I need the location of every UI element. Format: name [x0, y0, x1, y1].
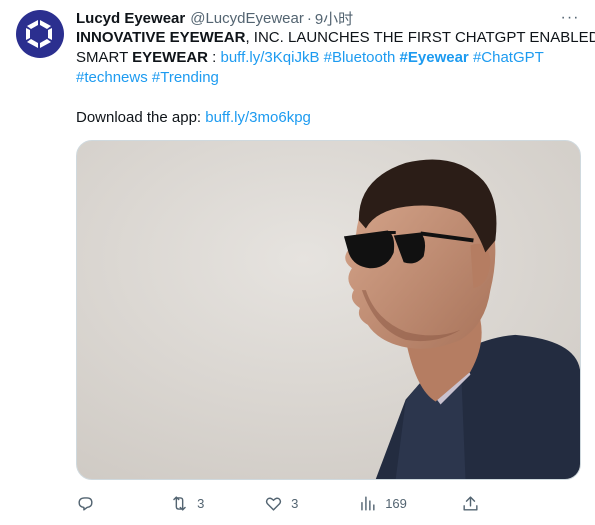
timestamp[interactable]: 9小时 — [315, 8, 353, 29]
hashtag-technews[interactable]: #technews — [76, 69, 148, 86]
tweet-text-line-1: INNOVATIVE EYEWEAR, INC. LAUNCHES THE FI… — [76, 28, 595, 48]
tweet-text-line-3: #technews #Trending — [76, 68, 586, 88]
app-link[interactable]: buff.ly/3mo6kpg — [205, 109, 311, 126]
hashtag-trending[interactable]: #Trending — [152, 69, 219, 86]
views-count: 169 — [385, 495, 407, 511]
tweet-text: INNOVATIVE EYEWEAR, INC. LAUNCHES THE FI… — [76, 28, 595, 128]
photo-man-sunglasses — [77, 141, 580, 479]
views-icon — [361, 495, 375, 511]
share-icon — [463, 495, 478, 511]
author-name[interactable]: Lucyd Eyewear — [76, 10, 185, 27]
hashtag-chatgpt[interactable]: #ChatGPT — [473, 49, 544, 66]
hashtag-bluetooth[interactable]: #Bluetooth — [324, 49, 396, 66]
separator-dot: · — [306, 9, 312, 27]
text-spacer — [76, 88, 586, 108]
retweet-count: 3 — [197, 495, 205, 511]
like-button[interactable]: 3 — [264, 494, 304, 513]
author-handle[interactable]: @LucydEyewear — [190, 10, 304, 27]
more-options-icon[interactable]: ··· — [559, 8, 581, 28]
lucyd-logo-icon — [26, 20, 52, 48]
tweet-image[interactable] — [76, 140, 581, 480]
colon-separator: : — [207, 49, 221, 66]
tweet-header: Lucyd Eyewear @LucydEyewear · 9小时 ··· — [76, 8, 581, 28]
reply-button[interactable] — [76, 494, 116, 513]
eyewear-bold: EYEWEAR — [132, 49, 208, 66]
reply-icon — [78, 496, 93, 511]
article-link[interactable]: buff.ly/3KqiJkB — [221, 49, 320, 66]
views-button[interactable]: 169 — [358, 494, 407, 513]
heart-icon — [265, 496, 282, 511]
retweet-icon — [173, 495, 186, 511]
share-button[interactable] — [461, 494, 501, 513]
avatar[interactable] — [16, 10, 64, 58]
hashtag-term-bold: INNOVATIVE EYEWEAR — [76, 29, 246, 46]
like-count: 3 — [291, 495, 299, 511]
headline-text: , INC. LAUNCHES THE FIRST CHATGPT ENABLE… — [245, 29, 595, 46]
tweet-text-line-2: SMART EYEWEAR : buff.ly/3KqiJkB #Bluetoo… — [76, 48, 586, 68]
hashtag-eyewear[interactable]: #Eyewear — [400, 49, 469, 66]
download-label: Download the app: — [76, 109, 206, 126]
tweet-actions: 3 3 169 — [76, 490, 501, 516]
retweet-button[interactable]: 3 — [170, 494, 210, 513]
tweet-text-line-5: Download the app: buff.ly/3mo6kpg — [76, 108, 586, 128]
headline-text-cont: SMART — [76, 49, 133, 66]
